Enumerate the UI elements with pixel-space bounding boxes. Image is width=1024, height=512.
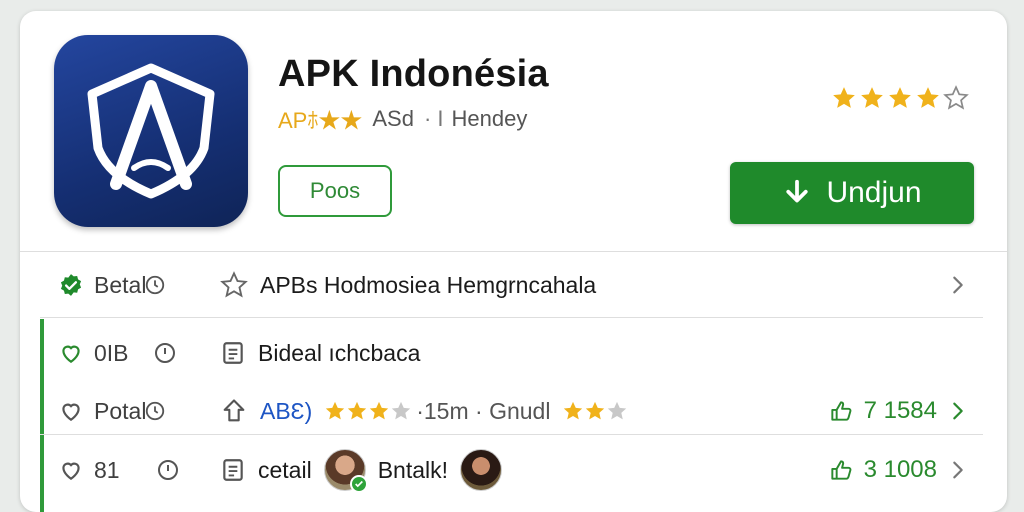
meta-category: ASd xyxy=(372,106,414,131)
clock-icon xyxy=(146,275,165,295)
list-row[interactable]: Potal ABƐ) ·15m · Gnudl 7 1584 xyxy=(20,380,1007,442)
row-main: cetail Bntalk! xyxy=(220,449,503,493)
list-row[interactable]: Betal APBs Hodmosiea Hemgrncahala xyxy=(20,254,1007,316)
developer-brand[interactable]: APﾎ★★ xyxy=(278,103,362,135)
star-filled-icon xyxy=(564,401,583,420)
upload-house-icon xyxy=(223,399,245,422)
app-card: APK Indonésia APﾎ★★ ASd · I Hendey Poos … xyxy=(20,11,1007,512)
app-title: APK Indonésia xyxy=(278,53,549,95)
clock-icon xyxy=(157,460,178,480)
row-left-label: 81 xyxy=(94,456,120,483)
row-left-label: Betal xyxy=(94,271,147,298)
row-count: 7 1584 xyxy=(863,397,937,424)
chevron-right-icon[interactable] xyxy=(947,400,969,422)
row-left: 81 xyxy=(58,457,180,484)
star-empty-icon xyxy=(392,401,411,420)
star-outline-icon xyxy=(220,271,248,298)
star-filled-icon xyxy=(586,401,605,420)
download-label: Undjun xyxy=(826,176,922,209)
row-count: 3 1008 xyxy=(863,456,937,483)
row-left-label: 0IB xyxy=(94,339,129,366)
row-right xyxy=(947,274,969,296)
list-row[interactable]: 81 cetail Bntalk! 3 1008 xyxy=(20,439,1007,501)
clock-icon xyxy=(154,343,175,363)
row-right: 7 1584 xyxy=(828,397,969,425)
row-left-label: Potal xyxy=(94,397,147,424)
row-stars-b xyxy=(562,400,628,422)
document-icon xyxy=(223,342,243,364)
star-filled-icon xyxy=(861,87,883,108)
avatar[interactable] xyxy=(323,449,368,493)
row-main-text: Bideal ıchcbaca xyxy=(258,339,421,366)
divider xyxy=(40,434,983,435)
row-main-text: APBs Hodmosiea Hemgrncahala xyxy=(260,271,597,298)
divider xyxy=(20,251,1007,252)
star-filled-icon xyxy=(833,87,855,108)
divider xyxy=(40,317,983,318)
chevron-right-icon[interactable] xyxy=(947,459,969,481)
app-meta: APﾎ★★ ASd · I Hendey xyxy=(278,103,527,135)
clock-icon xyxy=(146,401,165,421)
row-main: ABƐ) ·15m · Gnudl xyxy=(220,397,628,425)
document-icon xyxy=(223,459,243,481)
row-left: Betal xyxy=(58,272,166,299)
verified-badge-icon xyxy=(349,475,368,493)
row-main: Bideal ıchcbaca xyxy=(220,340,420,367)
avatar[interactable] xyxy=(460,449,503,491)
heart-icon[interactable] xyxy=(58,398,84,424)
meta-publisher: Hendey xyxy=(451,106,528,131)
chevron-right-icon[interactable] xyxy=(947,274,969,296)
row-left: 0IB xyxy=(58,340,177,367)
row-right: 3 1008 xyxy=(828,456,969,484)
star-filled-icon xyxy=(889,87,911,108)
row-name-text: Bntalk! xyxy=(377,456,449,483)
row-meta-text: ·15m · Gnudl xyxy=(416,397,551,424)
check-badge-icon xyxy=(60,274,82,296)
star-filled-icon xyxy=(917,87,939,108)
meta-separator: · I xyxy=(423,106,444,131)
row-main: APBs Hodmosiea Hemgrncahala xyxy=(220,271,596,299)
list-row[interactable]: 0IB Bideal ıchcbaca xyxy=(20,322,1007,384)
thumbs-up-icon[interactable] xyxy=(828,398,854,424)
row-main-text: cetail xyxy=(258,456,312,483)
heart-icon[interactable] xyxy=(58,340,84,366)
star-empty-icon xyxy=(943,85,969,110)
thumbs-up-icon[interactable] xyxy=(828,457,854,483)
download-button[interactable]: Undjun xyxy=(730,162,974,224)
heart-icon[interactable] xyxy=(58,457,84,483)
row-left: Potal xyxy=(58,398,166,425)
star-empty-icon xyxy=(608,401,627,420)
row-main-link[interactable]: ABƐ) xyxy=(260,398,312,425)
rating-stars xyxy=(831,85,969,111)
app-logo-icon[interactable] xyxy=(54,35,248,227)
secondary-button[interactable]: Poos xyxy=(278,165,392,217)
star-filled-icon xyxy=(348,401,367,420)
download-arrow-icon xyxy=(786,179,809,203)
row-stars-a xyxy=(324,400,412,422)
star-filled-icon xyxy=(326,401,345,420)
star-filled-icon xyxy=(370,401,389,420)
